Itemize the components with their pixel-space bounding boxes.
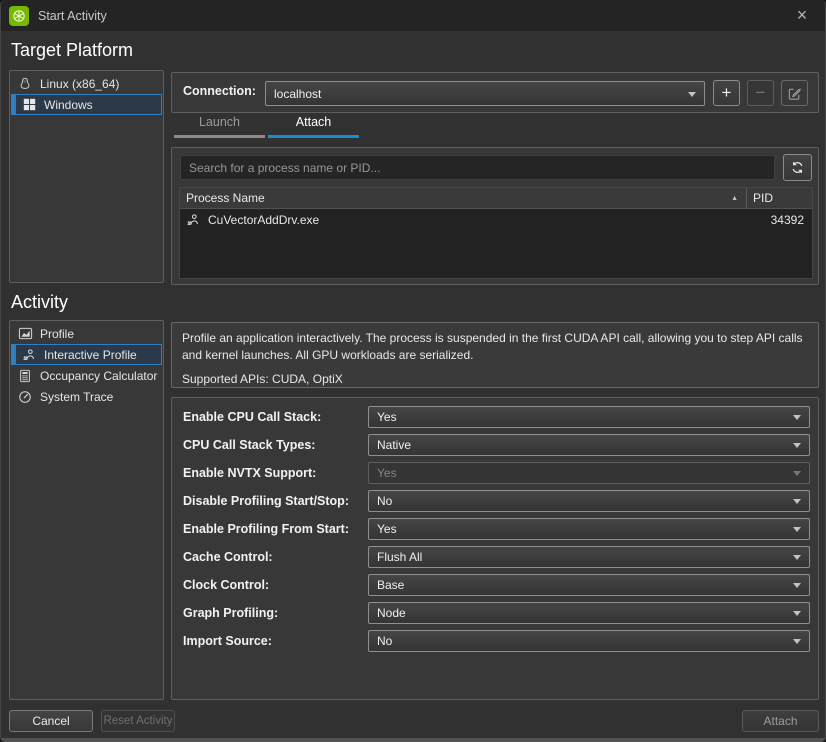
activity-description-panel: Profile an application interactively. Th… xyxy=(171,322,819,388)
process-search-input[interactable] xyxy=(180,155,775,180)
cpu-call-stack-types-dropdown[interactable]: Native xyxy=(368,434,810,456)
option-value: Native xyxy=(377,438,411,452)
edit-pencil-icon xyxy=(787,86,802,101)
connection-value: localhost xyxy=(274,87,321,101)
connection-dropdown[interactable]: localhost xyxy=(265,81,705,106)
connection-label: Connection: xyxy=(183,84,256,98)
add-connection-button[interactable]: + xyxy=(713,80,740,106)
option-value: Node xyxy=(377,606,406,620)
options-panel: Enable CPU Call Stack: Yes CPU Call Stac… xyxy=(171,397,819,700)
process-name-header-label: Process Name xyxy=(186,191,265,205)
enable-nvtx-support-dropdown: Yes xyxy=(368,462,810,484)
activity-item-label: Occupancy Calculator xyxy=(40,369,157,383)
enable-cpu-call-stack-dropdown[interactable]: Yes xyxy=(368,406,810,428)
column-header-pid[interactable]: PID xyxy=(746,188,812,208)
option-label-import-source: Import Source: xyxy=(183,634,272,648)
activity-list: Profile Interactive Profile xyxy=(9,320,164,700)
tab-attach-underline xyxy=(268,135,359,138)
table-row[interactable]: CuVectorAddDrv.exe 34392 xyxy=(180,209,812,231)
platform-item-label: Windows xyxy=(44,98,93,112)
window-bottom-edge xyxy=(1,738,825,742)
process-person-icon xyxy=(186,213,202,227)
platform-item-label: Linux (x86_64) xyxy=(40,77,119,91)
tab-attach-label: Attach xyxy=(296,115,331,129)
activity-item-label: System Trace xyxy=(40,390,113,404)
sort-ascending-icon: ▲ xyxy=(731,195,738,202)
reset-activity-button[interactable]: Reset Activity xyxy=(101,710,175,732)
calculator-icon xyxy=(17,368,33,384)
activity-item-label: Interactive Profile xyxy=(44,348,137,362)
tab-attach[interactable]: Attach xyxy=(268,115,359,138)
option-value: No xyxy=(377,634,392,648)
process-table: Process Name ▲ PID xyxy=(179,187,813,279)
activity-item-occupancy-calculator[interactable]: Occupancy Calculator xyxy=(11,365,162,386)
option-value: Base xyxy=(377,578,404,592)
cache-control-dropdown[interactable]: Flush All xyxy=(368,546,810,568)
attach-button[interactable]: Attach xyxy=(742,710,819,732)
enable-profiling-from-start-dropdown[interactable]: Yes xyxy=(368,518,810,540)
linux-penguin-icon xyxy=(17,76,33,92)
option-value: Flush All xyxy=(377,550,422,564)
edit-connection-button[interactable] xyxy=(781,80,808,106)
option-label-disable-profiling-start-stop: Disable Profiling Start/Stop: xyxy=(183,494,349,508)
system-trace-gauge-icon xyxy=(17,389,33,405)
activity-item-system-trace[interactable]: System Trace xyxy=(11,386,162,407)
clock-control-dropdown[interactable]: Base xyxy=(368,574,810,596)
disable-profiling-start-stop-dropdown[interactable]: No xyxy=(368,490,810,512)
graph-profiling-dropdown[interactable]: Node xyxy=(368,602,810,624)
window-title: Start Activity xyxy=(38,9,107,23)
column-header-process-name[interactable]: Process Name ▲ xyxy=(180,188,746,208)
tab-launch-label: Launch xyxy=(199,115,240,129)
platform-item-windows[interactable]: Windows xyxy=(11,94,162,115)
refresh-button[interactable] xyxy=(783,154,812,181)
close-button[interactable]: × xyxy=(785,0,819,31)
remove-connection-button[interactable]: − xyxy=(747,80,774,106)
activity-heading: Activity xyxy=(11,292,68,313)
title-bar: Start Activity × xyxy=(1,0,825,31)
cancel-button[interactable]: Cancel xyxy=(9,710,93,732)
process-pid-cell: 34392 xyxy=(750,213,812,227)
tab-launch[interactable]: Launch xyxy=(174,115,265,138)
import-source-dropdown[interactable]: No xyxy=(368,630,810,652)
interactive-profile-person-icon xyxy=(21,347,37,363)
option-label-cpu-call-stack-types: CPU Call Stack Types: xyxy=(183,438,315,452)
refresh-icon xyxy=(790,160,805,175)
activity-item-label: Profile xyxy=(40,327,74,341)
activity-item-profile[interactable]: Profile xyxy=(11,323,162,344)
profile-chart-icon xyxy=(17,326,33,342)
supported-apis: Supported APIs: CUDA, OptiX xyxy=(182,371,810,388)
platform-item-linux[interactable]: Linux (x86_64) xyxy=(11,73,162,94)
option-label-enable-profiling-from-start: Enable Profiling From Start: xyxy=(183,522,349,536)
target-platform-heading: Target Platform xyxy=(11,40,133,61)
nsight-compute-logo-icon xyxy=(9,6,29,26)
option-label-enable-nvtx-support: Enable NVTX Support: xyxy=(183,466,316,480)
activity-item-interactive-profile[interactable]: Interactive Profile xyxy=(11,344,162,365)
platform-list: Linux (x86_64) Windows xyxy=(9,70,164,283)
option-value: Yes xyxy=(377,410,397,424)
windows-logo-icon xyxy=(21,97,37,113)
process-panel: Process Name ▲ PID xyxy=(171,147,819,285)
option-label-clock-control: Clock Control: xyxy=(183,578,269,592)
option-value: No xyxy=(377,494,392,508)
process-name-cell: CuVectorAddDrv.exe xyxy=(208,213,750,227)
connection-panel: Connection: localhost + − xyxy=(171,72,819,113)
start-activity-dialog: Start Activity × Target Platform Linux (… xyxy=(0,0,826,742)
pid-header-label: PID xyxy=(753,191,773,205)
option-value: Yes xyxy=(377,466,397,480)
option-value: Yes xyxy=(377,522,397,536)
option-label-cache-control: Cache Control: xyxy=(183,550,273,564)
tab-launch-underline xyxy=(174,135,265,138)
option-label-graph-profiling: Graph Profiling: xyxy=(183,606,278,620)
process-table-header[interactable]: Process Name ▲ PID xyxy=(180,188,812,209)
option-label-enable-cpu-call-stack: Enable CPU Call Stack: xyxy=(183,410,321,424)
activity-description: Profile an application interactively. Th… xyxy=(182,330,810,364)
